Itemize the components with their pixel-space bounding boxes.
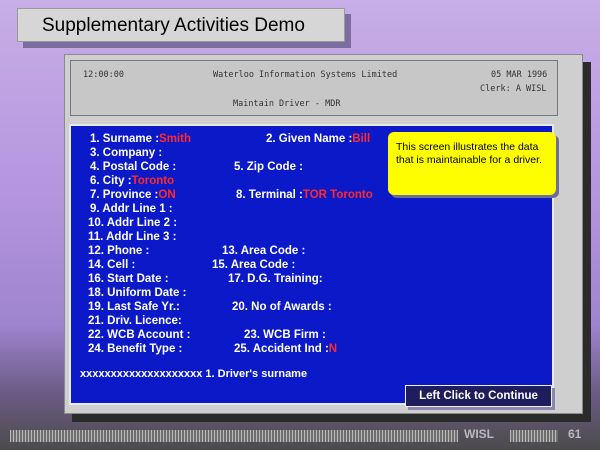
field-postal-code-label: 4. Postal Code : xyxy=(90,161,177,173)
field-wcb-firm[interactable]: 23. WCB Firm : xyxy=(244,329,326,341)
field-area-code-cell-label: 15. Area Code : xyxy=(212,259,296,271)
field-zip-code[interactable]: 5. Zip Code : xyxy=(234,161,303,173)
field-area-code-cell[interactable]: 15. Area Code : xyxy=(212,259,295,271)
field-accident-ind-label: 25. Accident Ind : xyxy=(234,343,329,355)
terminal-frame: 12:00:00 Waterloo Information Systems Li… xyxy=(64,54,583,414)
field-city-label: 6. City : xyxy=(90,175,132,187)
field-addr-line-1-label: 9. Addr Line 1 : xyxy=(90,203,173,215)
field-given-name[interactable]: 2. Given Name :Bill xyxy=(266,133,370,145)
field-accident-ind-value[interactable]: N xyxy=(329,343,337,355)
field-last-safe-yr-label: 19. Last Safe Yr.: xyxy=(88,301,180,313)
header-clerk: Clerk: A WISL xyxy=(480,84,547,94)
slide-title: Supplementary Activities Demo xyxy=(17,8,345,42)
driver-form-screen: 1. Surname :Smith 2. Given Name :Bill 3.… xyxy=(69,124,556,405)
field-wcb-account[interactable]: 22. WCB Account : xyxy=(88,329,190,341)
footer-barcode-right xyxy=(510,430,558,442)
field-accident-ind[interactable]: 25. Accident Ind :N xyxy=(234,343,337,355)
field-terminal[interactable]: 8. Terminal :TOR Toronto xyxy=(236,189,373,201)
field-city[interactable]: 6. City :Toronto xyxy=(90,175,174,187)
field-start-date[interactable]: 16. Start Date : xyxy=(88,273,169,285)
field-surname-value[interactable]: Smith xyxy=(159,133,191,145)
field-cell-label: 14. Cell : xyxy=(88,259,136,271)
field-postal-code[interactable]: 4. Postal Code : xyxy=(90,161,176,173)
field-benefit-type[interactable]: 24. Benefit Type : xyxy=(88,343,182,355)
field-given-name-value[interactable]: Bill xyxy=(352,133,370,145)
field-cell[interactable]: 14. Cell : xyxy=(88,259,135,271)
field-terminal-value[interactable]: TOR Toronto xyxy=(303,189,373,201)
field-city-value[interactable]: Toronto xyxy=(132,175,175,187)
field-addr-line-2-label: 10. Addr Line 2 : xyxy=(88,217,178,229)
field-surname[interactable]: 1. Surname :Smith xyxy=(90,133,191,145)
field-wcb-account-label: 22. WCB Account : xyxy=(88,329,191,341)
field-uniform-date[interactable]: 18. Uniform Date : xyxy=(88,287,186,299)
footer-brand: WISL xyxy=(464,427,494,441)
continue-button[interactable]: Left Click to Continue xyxy=(405,385,552,407)
field-last-safe-yr[interactable]: 19. Last Safe Yr.: xyxy=(88,301,180,313)
field-driv-licence[interactable]: 21. Driv. Licence: xyxy=(88,315,182,327)
header-date: 05 MAR 1996 xyxy=(491,70,548,80)
field-benefit-type-label: 24. Benefit Type : xyxy=(88,343,183,355)
field-wcb-firm-label: 23. WCB Firm : xyxy=(244,329,326,341)
field-province-label: 7. Province : xyxy=(90,189,159,201)
field-start-date-label: 16. Start Date : xyxy=(88,273,169,285)
field-province-value[interactable]: ON xyxy=(158,189,175,201)
footer-barcode-left xyxy=(10,430,458,442)
field-addr-line-3-label: 11. Addr Line 3 : xyxy=(88,231,177,243)
terminal-header: 12:00:00 Waterloo Information Systems Li… xyxy=(70,60,558,116)
field-company-label: 3. Company : xyxy=(90,147,163,159)
footer-page-number: 61 xyxy=(568,427,582,441)
header-time: 12:00:00 xyxy=(83,70,124,80)
header-screen-name: Maintain Driver - MDR xyxy=(233,99,341,109)
field-area-code-phone[interactable]: 13. Area Code : xyxy=(222,245,305,257)
field-surname-label: 1. Surname : xyxy=(90,133,160,145)
field-zip-code-label: 5. Zip Code : xyxy=(234,161,303,173)
field-uniform-date-label: 18. Uniform Date : xyxy=(88,287,187,299)
field-dg-training-label: 17. D.G. Training: xyxy=(228,273,323,285)
field-phone-label: 12. Phone : xyxy=(88,245,150,257)
field-dg-training[interactable]: 17. D.G. Training: xyxy=(228,273,323,285)
status-line: xxxxxxxxxxxxxxxxxxxx 1. Driver's surname xyxy=(80,368,308,380)
field-addr-line-3[interactable]: 11. Addr Line 3 : xyxy=(88,231,176,243)
field-company[interactable]: 3. Company : xyxy=(90,147,162,159)
field-given-name-label: 2. Given Name : xyxy=(266,133,353,145)
field-province[interactable]: 7. Province :ON xyxy=(90,189,176,201)
field-addr-line-2[interactable]: 10. Addr Line 2 : xyxy=(88,217,177,229)
field-terminal-label: 8. Terminal : xyxy=(236,189,303,201)
header-company: Waterloo Information Systems Limited xyxy=(213,70,398,80)
field-addr-line-1[interactable]: 9. Addr Line 1 : xyxy=(90,203,173,215)
field-no-of-awards[interactable]: 20. No of Awards : xyxy=(232,301,332,313)
field-driv-licence-label: 21. Driv. Licence: xyxy=(88,315,182,327)
explanation-callout: This screen illustrates the data that is… xyxy=(388,132,556,195)
field-area-code-phone-label: 13. Area Code : xyxy=(222,245,306,257)
field-phone[interactable]: 12. Phone : xyxy=(88,245,149,257)
field-no-of-awards-label: 20. No of Awards : xyxy=(232,301,332,313)
